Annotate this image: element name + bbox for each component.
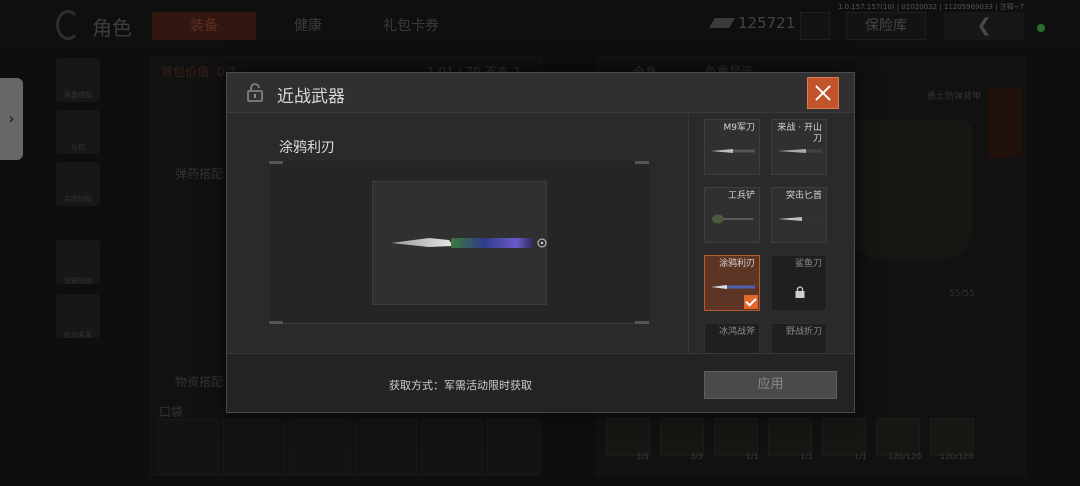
weapon-cell-label: 鲨鱼刀 [794,259,822,269]
checkmark-icon [744,295,758,309]
weapon-cell-label: M9军刀 [723,123,756,133]
frame-corner [269,161,283,164]
weapon-cell-machete[interactable]: 来战 · 开山刀 [771,119,827,175]
weapon-cell-label: 工兵铲 [727,191,755,201]
dialog-header: 近战武器 [227,73,854,113]
frame-corner [269,321,283,324]
weapon-model-preview [372,181,547,305]
butterfly-knife-icon [391,238,547,248]
melee-weapon-dialog: 近战武器 涂鸦利刃 M9军刀 来战 · 开山刀 工兵铲 突击匕首 涂鸦利刃 鲨鱼… [226,72,855,413]
shovel-icon [712,214,753,224]
weapon-cell-field-folding-knife[interactable]: 野战折刀 [771,323,827,353]
weapon-cell-graffiti-blade[interactable]: 涂鸦利刃 [704,255,760,311]
knife-icon [711,149,755,153]
lock-icon [795,286,805,298]
weapon-cell-assault-dagger[interactable]: 突击匕首 [771,187,827,243]
weapon-cell-label: 来战 · 开山刀 [777,123,822,144]
frame-corner [635,321,649,324]
weapon-cell-shovel[interactable]: 工兵铲 [704,187,760,243]
machete-icon [778,149,822,153]
weapon-cell-shark-knife[interactable]: 鲨鱼刀 [771,255,827,311]
apply-button[interactable]: 应用 [704,371,837,399]
frame-corner [635,161,649,164]
acquisition-method: 获取方式：军需活动限时获取 [389,379,532,392]
weapon-grid: M9军刀 来战 · 开山刀 工兵铲 突击匕首 涂鸦利刃 鲨鱼刀 冰鸿战斧 野战折… [688,113,854,353]
dagger-icon [778,217,822,221]
butterfly-knife-icon [711,285,755,289]
dialog-footer: 获取方式：军需活动限时获取 应用 [227,353,854,412]
dialog-title: 近战武器 [277,87,345,107]
weapon-cell-label: 野战折刀 [785,327,822,337]
weapon-cell-m9[interactable]: M9军刀 [704,119,760,175]
close-button[interactable] [807,77,839,109]
weapon-preview-area [269,161,649,324]
weapon-cell-label: 突击匕首 [785,191,822,201]
weapon-cell-label: 涂鸦利刃 [718,259,755,269]
weapon-cell-ice-axe[interactable]: 冰鸿战斧 [704,323,760,353]
unlock-icon [247,83,263,102]
weapon-cell-label: 冰鸿战斧 [718,327,755,337]
selected-weapon-name: 涂鸦利刃 [279,140,335,156]
